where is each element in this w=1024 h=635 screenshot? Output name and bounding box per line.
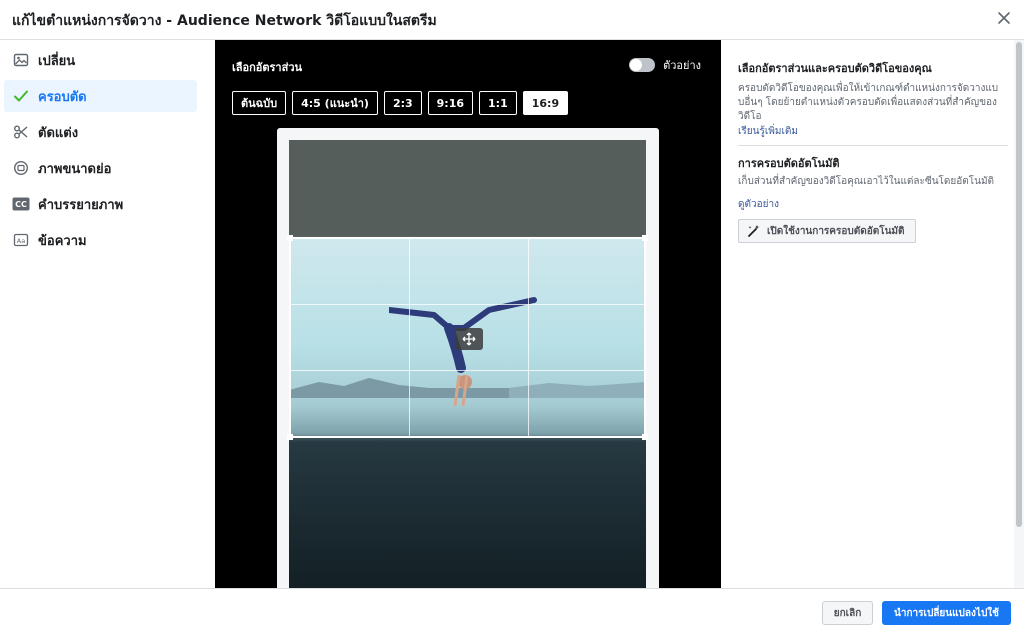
grid-line — [409, 239, 410, 436]
sidebar: เปลี่ยน ครอบตัด ตัดแต่ง ภาพขนาดย่อ CC คำ… — [0, 40, 215, 588]
sidebar-item-label: คำบรรยายภาพ — [38, 197, 124, 213]
crop-corner-handle[interactable] — [287, 434, 293, 440]
thumbnail-icon — [12, 159, 30, 177]
learn-more-link[interactable]: เรียนรู้เพิ่มเติม — [738, 124, 798, 139]
svg-text:Aa: Aa — [17, 237, 25, 245]
ratio-2-3-button[interactable]: 2:3 — [383, 91, 422, 115]
crop-info-description: ครอบตัดวิดีโอของคุณเพื่อให้เข้าเกณฑ์ตำแห… — [738, 83, 999, 122]
magic-wand-icon — [748, 225, 760, 237]
dialog-footer: ยกเลิก นำการเปลี่ยนแปลงไปใช้ — [0, 588, 1024, 635]
close-icon[interactable] — [996, 10, 1012, 26]
grid-line — [291, 370, 644, 371]
toggle-knob — [630, 59, 643, 71]
sidebar-item-replace[interactable]: เปลี่ยน — [4, 44, 197, 76]
dialog-header: แก้ไขตำแหน่งการจัดวาง - Audience Network… — [0, 0, 1024, 40]
crop-mask-top — [289, 140, 646, 237]
sidebar-item-label: ตัดแต่ง — [38, 125, 79, 141]
crop-corner-handle[interactable] — [642, 235, 648, 241]
scissors-icon — [12, 123, 30, 141]
crop-editor: เลือกอัตราส่วน ตัวอย่าง ต้นฉบับ 4:5 (แนะ… — [215, 40, 721, 588]
crop-mask-bottom — [289, 438, 646, 588]
cancel-button[interactable]: ยกเลิก — [822, 601, 873, 625]
ratio-buttons: ต้นฉบับ 4:5 (แนะนำ) 2:3 9:16 1:1 16:9 — [232, 91, 574, 115]
crop-info-title: เลือกอัตราส่วนและครอบตัดวิดีโอของคุณ — [738, 62, 932, 75]
sidebar-item-text[interactable]: Aa ข้อความ — [4, 224, 197, 256]
image-icon — [12, 51, 30, 69]
sidebar-item-label: ภาพขนาดย่อ — [38, 161, 112, 177]
sidebar-item-trim[interactable]: ตัดแต่ง — [4, 116, 197, 148]
text-icon: Aa — [12, 231, 30, 249]
auto-crop-description: เก็บส่วนที่สำคัญของวิดีโอคุณเอาไว้ในแต่ล… — [738, 176, 995, 187]
grid-line — [291, 304, 644, 305]
preview-label: ตัวอย่าง — [663, 59, 701, 72]
enable-auto-crop-button[interactable]: เปิดใช้งานการครอบตัดอัตโนมัติ — [738, 219, 916, 243]
crop-corner-handle[interactable] — [287, 235, 293, 241]
scrollbar-thumb[interactable] — [1016, 42, 1022, 527]
check-icon — [12, 87, 30, 105]
crop-corner-handle[interactable] — [642, 434, 648, 440]
scrollbar[interactable] — [1014, 40, 1024, 588]
ratio-16-9-button[interactable]: 16:9 — [522, 91, 569, 115]
auto-crop-button-label: เปิดใช้งานการครอบตัดอัตโนมัติ — [767, 225, 905, 237]
divider — [738, 145, 1008, 146]
dialog-title: แก้ไขตำแหน่งการจัดวาง - Audience Network… — [12, 13, 437, 29]
preview-toggle-group: ตัวอย่าง — [629, 56, 701, 74]
ratio-9-16-button[interactable]: 9:16 — [427, 91, 474, 115]
ratio-original-button[interactable]: ต้นฉบับ — [232, 91, 287, 115]
preview-toggle[interactable] — [629, 58, 656, 72]
cc-icon: CC — [12, 195, 30, 213]
see-example-link[interactable]: ดูตัวอย่าง — [738, 197, 779, 212]
ratio-1-1-button[interactable]: 1:1 — [479, 91, 517, 115]
sidebar-item-label: ครอบตัด — [38, 89, 87, 105]
sidebar-item-label: เปลี่ยน — [38, 53, 76, 69]
sidebar-item-crop[interactable]: ครอบตัด — [4, 80, 197, 112]
apply-changes-button[interactable]: นำการเปลี่ยนแปลงไปใช้ — [882, 601, 1011, 625]
ratio-title: เลือกอัตราส่วน — [232, 61, 303, 74]
sidebar-item-thumbnail[interactable]: ภาพขนาดย่อ — [4, 152, 197, 184]
info-panel: เลือกอัตราส่วนและครอบตัดวิดีโอของคุณ ครอ… — [721, 40, 1013, 588]
ratio-4-5-button[interactable]: 4:5 (แนะนำ) — [292, 91, 378, 115]
edit-placement-dialog: แก้ไขตำแหน่งการจัดวาง - Audience Network… — [0, 0, 1024, 635]
svg-text:CC: CC — [15, 200, 27, 209]
sidebar-item-label: ข้อความ — [38, 233, 87, 249]
video-frame — [277, 128, 659, 588]
crop-box[interactable] — [287, 235, 648, 440]
auto-crop-title: การครอบตัดอัตโนมัติ — [738, 157, 840, 170]
grid-line — [528, 239, 529, 436]
move-icon[interactable] — [455, 328, 483, 350]
sidebar-item-captions[interactable]: CC คำบรรยายภาพ — [4, 188, 197, 220]
